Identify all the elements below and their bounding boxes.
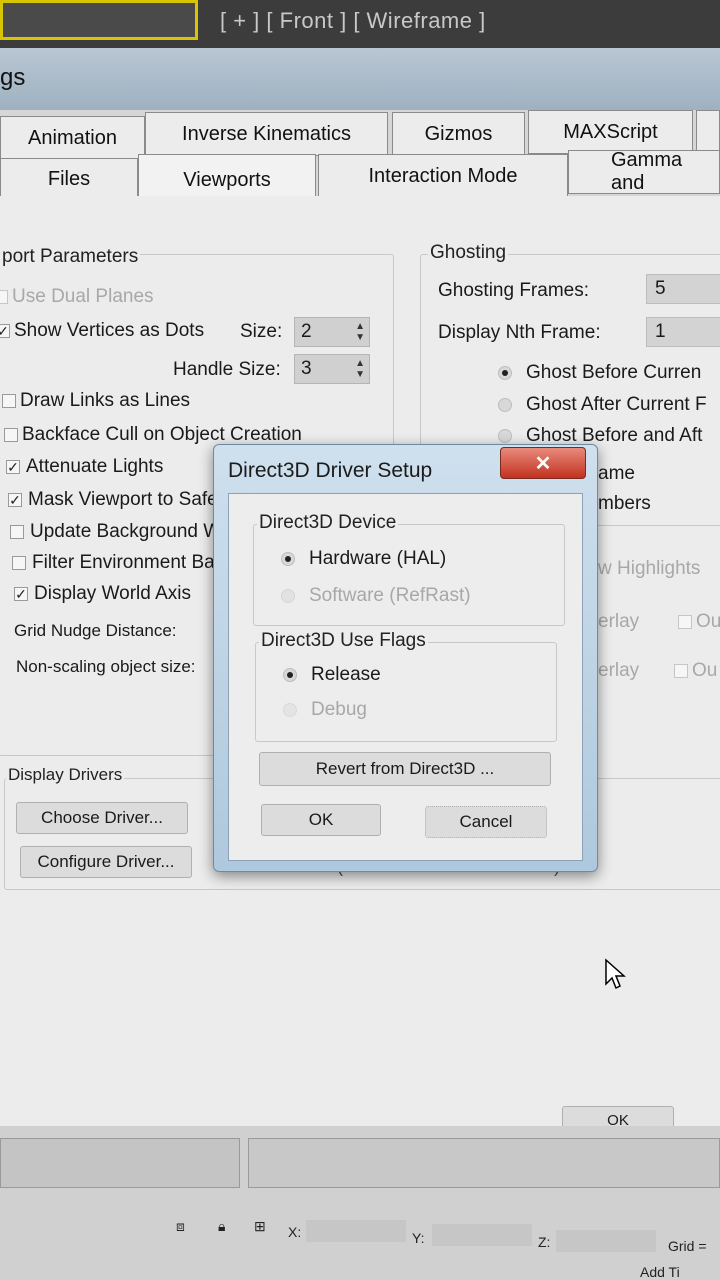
draw-links-label: Draw Links as Lines	[20, 390, 191, 411]
display-world-axis-label: Display World Axis	[34, 583, 191, 604]
overlay-b-label-1: Ou	[696, 611, 720, 632]
ghost-after-radio[interactable]	[498, 398, 512, 412]
use-dual-planes-checkbox[interactable]	[0, 290, 8, 304]
update-background-label: Update Background W	[30, 521, 222, 542]
hardware-hal-radio[interactable]	[281, 552, 295, 566]
y-label: Y:	[412, 1230, 425, 1246]
spinner-arrows-icon[interactable]: ▲ ▼	[355, 321, 365, 343]
tab-animation[interactable]: Animation	[0, 116, 145, 160]
tab-strip: Animation Inverse Kinematics Gizmos MAXS…	[0, 110, 720, 206]
overlay-checkbox-1[interactable]	[678, 615, 692, 629]
ghosting-frames-label: Ghosting Frames:	[438, 280, 589, 301]
viewport-parameters-title: port Parameters	[0, 246, 141, 268]
ghosting-title: Ghosting	[428, 242, 509, 264]
ghost-after-label: Ghost After Current F	[526, 394, 707, 415]
tab-files[interactable]: Files	[0, 158, 138, 200]
choose-driver-button[interactable]: Choose Driver...	[16, 802, 188, 834]
tab-overflow[interactable]	[696, 110, 720, 154]
direct3d-flags-group	[255, 642, 557, 742]
show-vertices-label: Show Vertices as Dots	[14, 320, 205, 341]
tab-gamma[interactable]: Gamma and	[568, 149, 720, 194]
configure-driver-button[interactable]: Configure Driver...	[20, 846, 192, 878]
dialog-cancel-button[interactable]: Cancel	[425, 806, 547, 838]
window-title-bar: gs	[0, 48, 720, 110]
release-label: Release	[311, 664, 381, 685]
overlay-b-label-2: Ou	[692, 660, 718, 681]
add-time-tag-label[interactable]: Add Ti	[640, 1264, 680, 1280]
mouse-cursor-icon	[605, 958, 626, 990]
display-drivers-title: Display Drivers	[6, 765, 125, 785]
y-coordinate-field[interactable]	[432, 1224, 532, 1246]
spinner-arrows-icon[interactable]: ▲ ▼	[355, 358, 365, 380]
draw-links-checkbox[interactable]	[2, 394, 16, 408]
mask-viewport-label: Mask Viewport to Safe	[28, 489, 218, 510]
x-coordinate-field[interactable]	[306, 1220, 406, 1242]
ghost-before-after-radio[interactable]	[498, 429, 512, 443]
dialog-ok-button[interactable]: OK	[261, 804, 381, 836]
filter-environment-label: Filter Environment Bac	[32, 552, 225, 573]
window-title: gs	[0, 64, 26, 91]
ghost-numbers-label: mbers	[598, 493, 651, 514]
tab-inverse-kinematics[interactable]: Inverse Kinematics	[145, 112, 388, 156]
overlay-checkbox-2[interactable]	[674, 664, 688, 678]
dialog-title: Direct3D Driver Setup	[228, 459, 433, 482]
backface-cull-label: Backface Cull on Object Creation	[22, 424, 302, 445]
selection-lock-icon[interactable]: ⧈	[176, 1218, 185, 1235]
software-refrast-label: Software (RefRast)	[309, 585, 471, 606]
display-nth-frame-label: Display Nth Frame:	[438, 322, 601, 343]
display-nth-frame-input[interactable]: 1	[646, 317, 720, 347]
dialog-body: Direct3D Device Hardware (HAL) Software …	[228, 493, 583, 861]
filter-environment-checkbox[interactable]	[12, 556, 26, 570]
mask-viewport-checkbox[interactable]: ✓	[8, 493, 22, 507]
track-panel-left	[0, 1138, 240, 1188]
backface-cull-checkbox[interactable]	[4, 428, 18, 442]
x-label: X:	[288, 1224, 302, 1240]
grid-nudge-label: Grid Nudge Distance:	[14, 621, 177, 640]
viewport-header: [ + ] [ Front ] [ Wireframe ]	[0, 0, 720, 48]
ghosting-frames-input[interactable]: 5	[646, 274, 720, 304]
display-world-axis-checkbox[interactable]: ✓	[14, 587, 28, 601]
track-panel-right	[248, 1138, 720, 1188]
size-value: 2	[301, 321, 312, 342]
revert-direct3d-button[interactable]: Revert from Direct3D ...	[259, 752, 551, 786]
ghost-before-radio[interactable]	[498, 366, 512, 380]
z-label: Z:	[538, 1234, 551, 1250]
use-dual-planes-label: Use Dual Planes	[12, 286, 154, 307]
lock-icon[interactable]: 🔒︎	[218, 1218, 225, 1235]
direct3d-device-title: Direct3D Device	[257, 512, 399, 534]
attenuate-lights-label: Attenuate Lights	[26, 456, 164, 477]
status-bar-area: ⧈ 🔒︎ ⊞ X: Y: Z: Grid = Add Ti	[0, 1126, 720, 1280]
overlay-label-1: erlay	[598, 611, 640, 632]
viewport-label[interactable]: [ + ] [ Front ] [ Wireframe ]	[220, 8, 486, 34]
absolute-mode-icon[interactable]: ⊞	[254, 1218, 266, 1235]
active-viewport-border	[0, 0, 198, 40]
z-coordinate-field[interactable]	[556, 1230, 656, 1252]
highlights-label: w Highlights	[598, 558, 701, 579]
direct3d-flags-title: Direct3D Use Flags	[259, 630, 428, 652]
tab-maxscript[interactable]: MAXScript	[528, 110, 693, 154]
size-spinner[interactable]: 2 ▲ ▼	[294, 317, 370, 347]
ghost-frame-label: ame	[598, 463, 635, 484]
update-background-checkbox[interactable]	[10, 525, 24, 539]
debug-label: Debug	[311, 699, 367, 720]
hardware-hal-label: Hardware (HAL)	[309, 548, 447, 569]
ghost-before-label: Ghost Before Curren	[526, 362, 702, 383]
size-label: Size:	[240, 321, 283, 342]
release-radio[interactable]	[283, 668, 297, 682]
attenuate-lights-checkbox[interactable]: ✓	[6, 460, 20, 474]
handle-size-label: Handle Size:	[173, 359, 281, 380]
non-scaling-label: Non-scaling object size:	[16, 657, 196, 676]
direct3d-driver-setup-dialog: Direct3D Driver Setup ✕ Direct3D Device …	[213, 444, 598, 872]
debug-radio[interactable]	[283, 703, 297, 717]
show-vertices-checkbox[interactable]: ✓	[0, 324, 10, 338]
direct3d-device-group	[253, 524, 565, 626]
close-icon[interactable]: ✕	[500, 447, 586, 479]
tab-interaction-mode[interactable]: Interaction Mode	[318, 154, 568, 198]
tab-gizmos[interactable]: Gizmos	[392, 112, 525, 156]
overlay-label-2: erlay	[598, 660, 640, 681]
handle-size-value: 3	[301, 358, 312, 379]
grid-label: Grid =	[668, 1238, 707, 1254]
handle-size-spinner[interactable]: 3 ▲ ▼	[294, 354, 370, 384]
software-refrast-radio[interactable]	[281, 589, 295, 603]
